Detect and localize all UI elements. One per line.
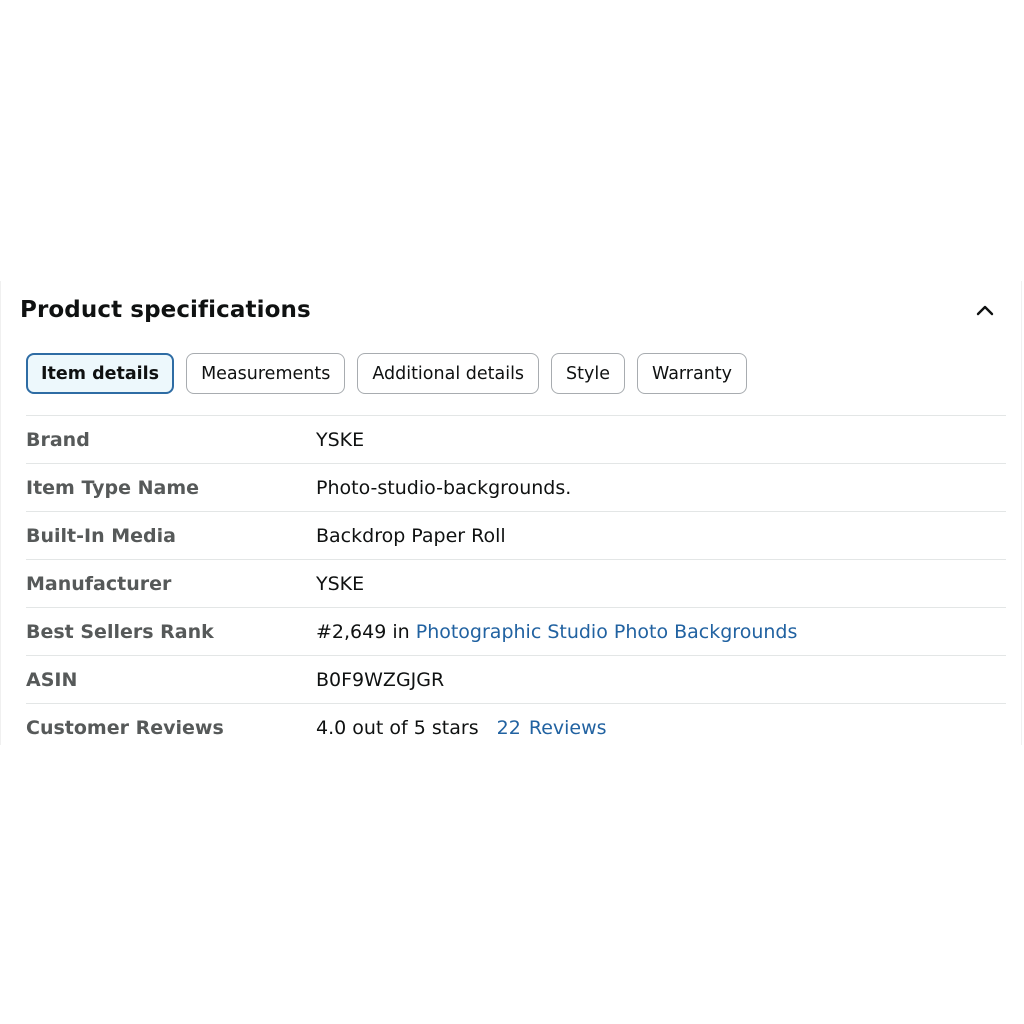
tab-additional-details[interactable]: Additional details [357, 353, 540, 394]
spec-label-manufacturer: Manufacturer [26, 572, 172, 595]
table-row: Item Type Name Photo-studio-backgrounds. [26, 463, 1006, 511]
spec-table: Brand YSKE Item Type Name Photo-studio-b… [26, 415, 1006, 751]
review-count-label: Reviews [528, 716, 607, 739]
table-row: ASIN B0F9WZGJGR [26, 655, 1006, 703]
table-row: Customer Reviews 4.0 out of 5 stars 22 Re… [26, 703, 1006, 751]
collapse-button[interactable] [973, 298, 997, 322]
spec-value-best-sellers-rank: #2,649 in Photographic Studio Photo Back… [316, 621, 797, 643]
section-title: Product specifications [20, 297, 311, 323]
tab-style[interactable]: Style [551, 353, 626, 394]
spec-label-built-in-media: Built-In Media [26, 524, 176, 547]
spec-tabs: Item details Measurements Additional det… [26, 353, 748, 394]
review-count: 22 [496, 716, 521, 739]
spec-value-customer-reviews: 4.0 out of 5 stars 22 Reviews [316, 717, 607, 739]
spec-value-item-type: Photo-studio-backgrounds. [316, 476, 572, 499]
table-row: Best Sellers Rank #2,649 in Photographic… [26, 607, 1006, 655]
chevron-up-icon [976, 305, 994, 316]
spec-label-best-sellers-rank: Best Sellers Rank [26, 620, 214, 643]
tab-warranty[interactable]: Warranty [637, 353, 748, 394]
spec-value-asin: B0F9WZGJGR [316, 668, 445, 691]
spec-value-brand: YSKE [316, 428, 365, 451]
product-specifications-panel: Product specifications Item details Meas… [0, 281, 1022, 745]
spec-label-customer-reviews: Customer Reviews [26, 716, 224, 739]
tab-item-details[interactable]: Item details [26, 353, 175, 394]
table-row: Manufacturer YSKE [26, 559, 1006, 607]
table-row: Brand YSKE [26, 415, 1006, 463]
spec-value-built-in-media: Backdrop Paper Roll [316, 524, 506, 547]
spec-value-manufacturer: YSKE [316, 572, 365, 595]
rank-prefix: #2,649 in [316, 620, 410, 643]
table-row: Built-In Media Backdrop Paper Roll [26, 511, 1006, 559]
section-header: Product specifications [20, 295, 997, 325]
reviews-link[interactable]: 22 Reviews [497, 717, 607, 739]
tab-measurements[interactable]: Measurements [186, 353, 346, 394]
rating-text: 4.0 out of 5 stars [316, 716, 479, 739]
spec-label-item-type: Item Type Name [26, 476, 200, 499]
spec-label-brand: Brand [26, 428, 90, 451]
spec-label-asin: ASIN [26, 668, 78, 691]
rank-category-link[interactable]: Photographic Studio Photo Backgrounds [416, 621, 798, 643]
